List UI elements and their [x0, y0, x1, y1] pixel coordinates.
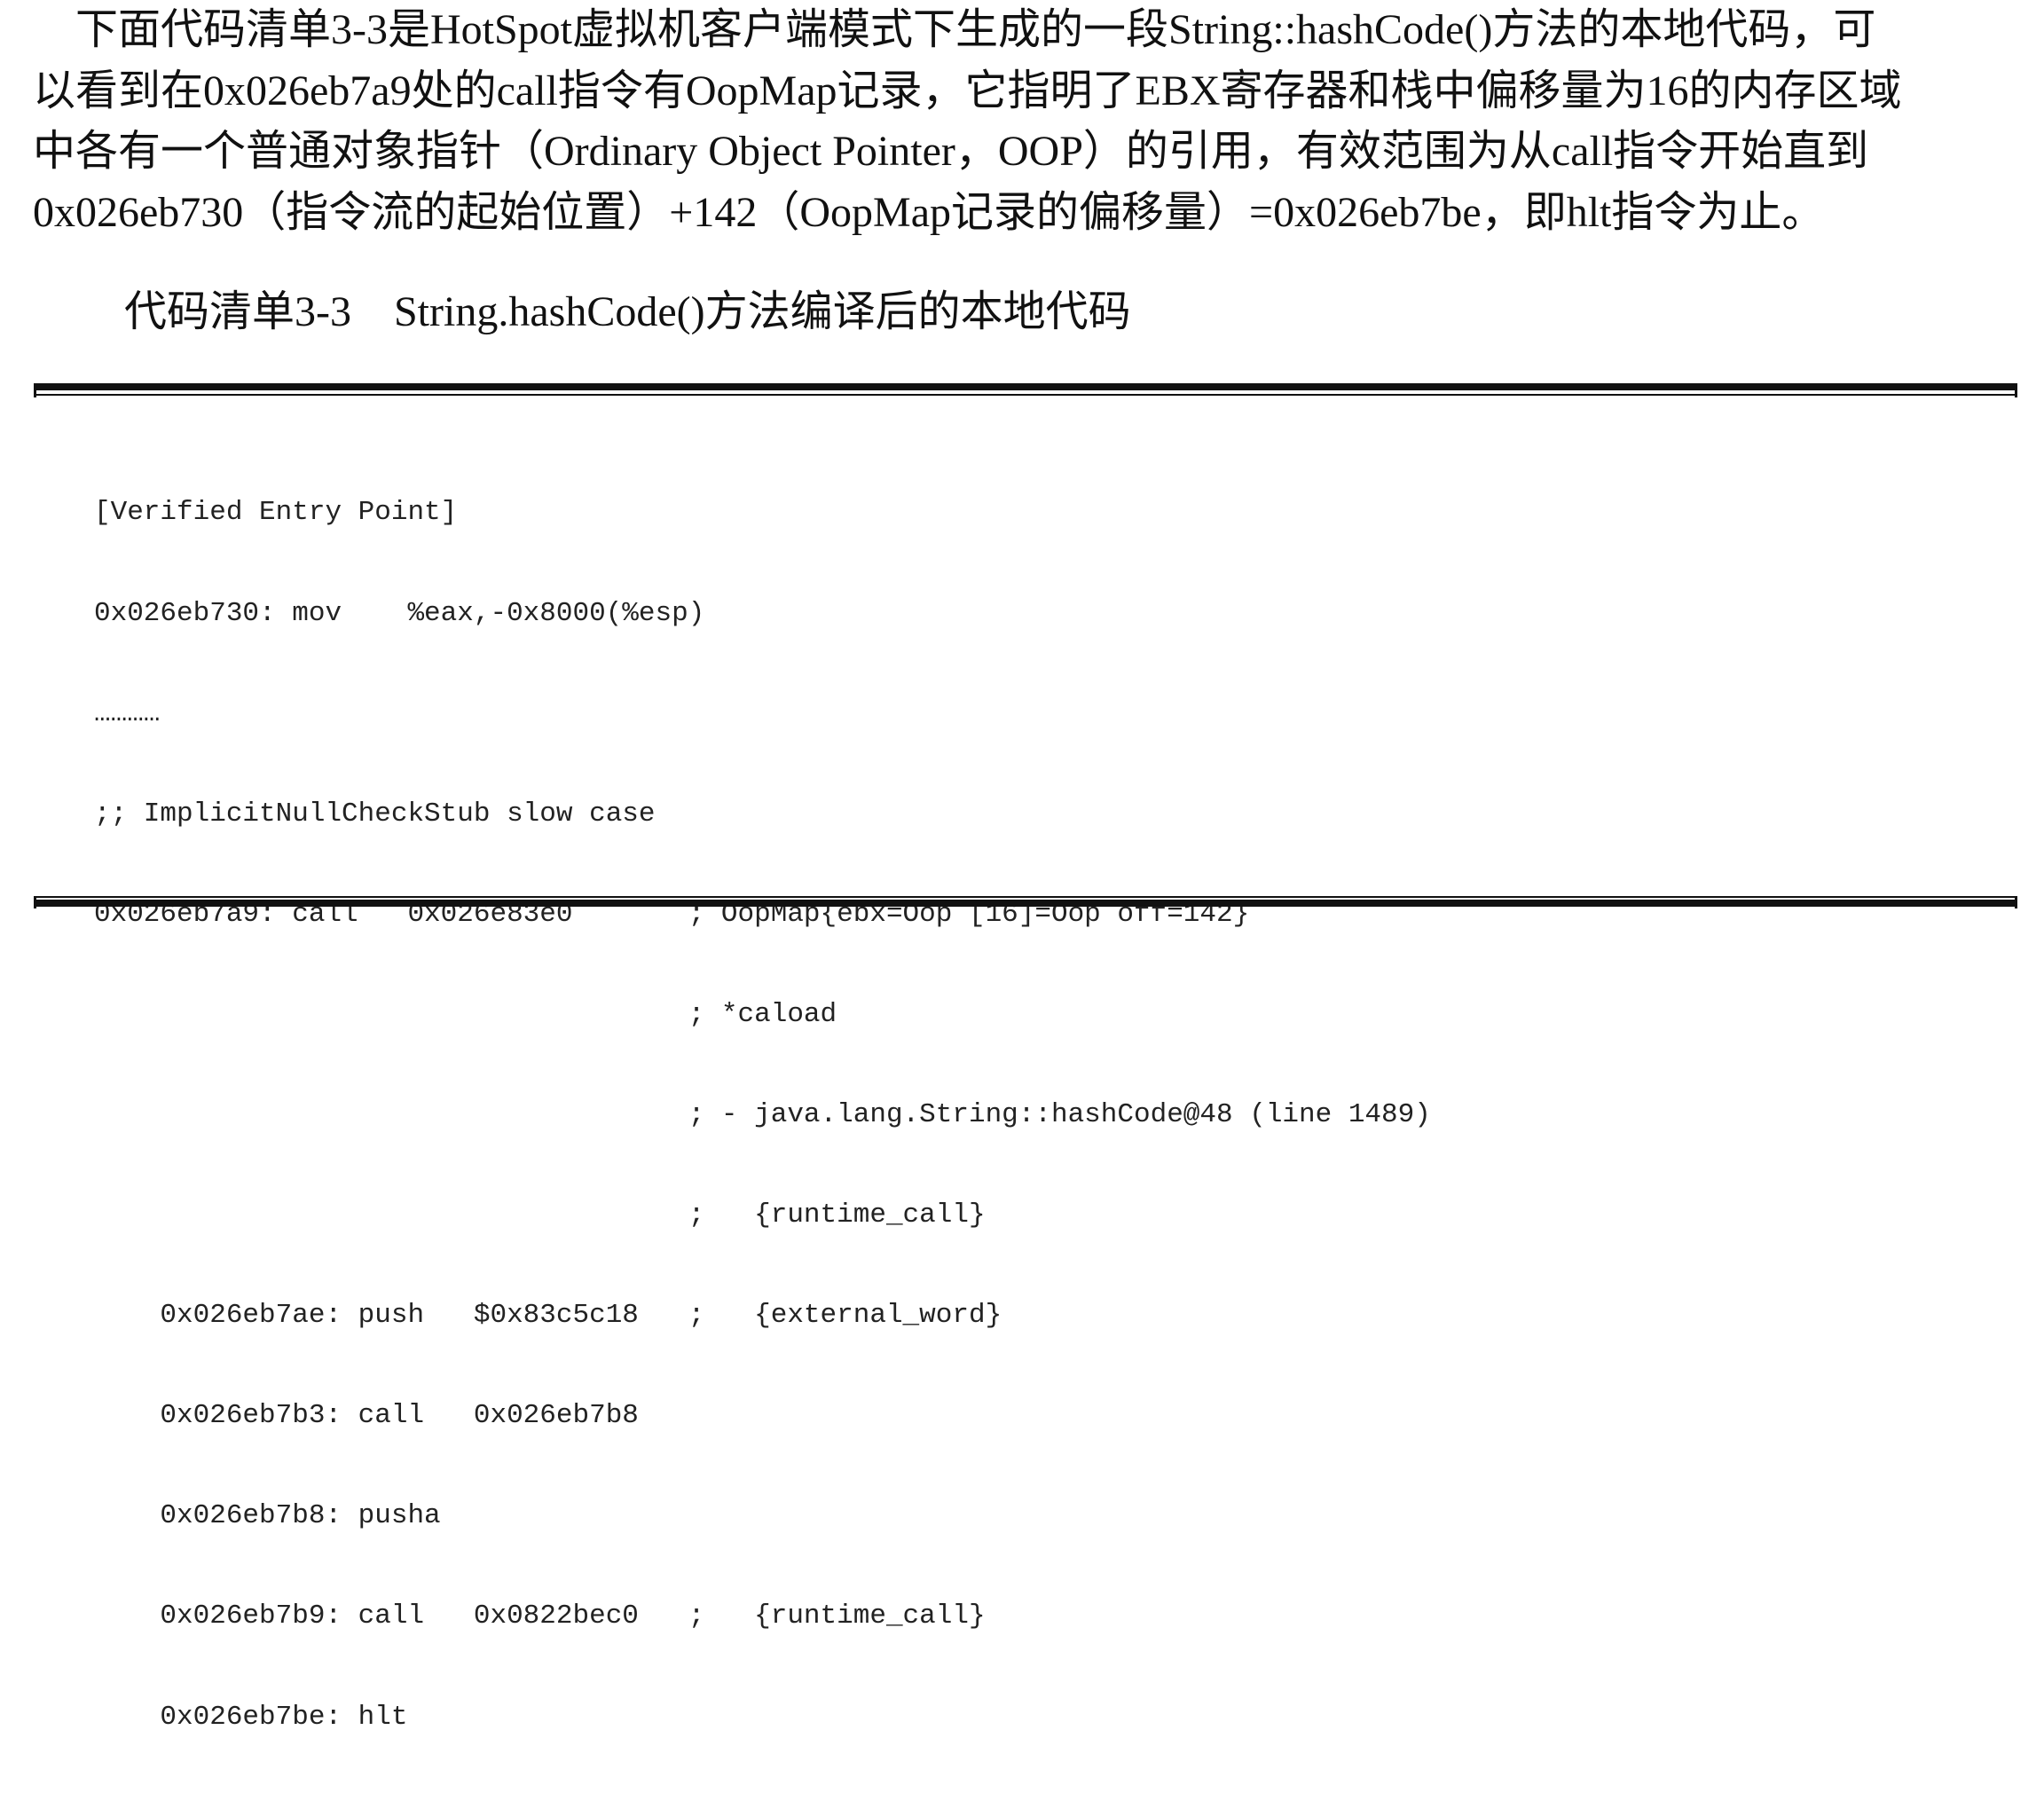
code-line: 0x026eb7b8: pusha: [94, 1500, 441, 1532]
paragraph-line: 中各有一个普通对象指针（Ordinary Object Pointer，OOP）…: [33, 128, 1869, 175]
top-rule-left-cap: [34, 383, 36, 397]
code-listing: [Verified Entry Point] 0x026eb730: mov %…: [94, 429, 1431, 1801]
code-line: 0x026eb7ae: push $0x83c5c18 ; {external_…: [94, 1300, 1002, 1332]
bottom-rule-right-cap: [2015, 896, 2017, 908]
code-line: ; *caload: [94, 998, 837, 1030]
code-line: 0x026eb7b3: call 0x026eb7b8: [94, 1400, 639, 1432]
paragraph-line: 0x026eb730（指令流的起始位置）+142（OopMap记录的偏移量）=0…: [33, 188, 1825, 236]
top-rule-thin-line: [34, 394, 2017, 396]
body-paragraph: 下面代码清单3-3是HotSpot虚拟机客户端模式下生成的一段String::h…: [33, 0, 2020, 243]
bottom-rule-left-cap: [34, 896, 36, 908]
document-page: 下面代码清单3-3是HotSpot虚拟机客户端模式下生成的一段String::h…: [0, 0, 2044, 1733]
listing-bottom-rule: [34, 896, 2017, 916]
bottom-rule-thick-line: [34, 900, 2017, 907]
listing-caption: 代码清单3-3 String.hashCode()方法编译后的本地代码: [124, 288, 1131, 335]
code-line: 0x026eb7b9: call 0x0822bec0 ; {runtime_c…: [94, 1600, 986, 1632]
code-line: ;; ImplicitNullCheckStub slow case: [94, 798, 656, 830]
paragraph-line: 以看到在0x026eb7a9处的call指令有OopMap记录，它指明了EBX寄…: [33, 67, 1902, 114]
code-line: …………: [94, 697, 161, 729]
bottom-rule-thin-line: [34, 896, 2017, 898]
code-line: ; - java.lang.String::hashCode@48 (line …: [94, 1098, 1431, 1130]
top-rule-right-cap: [2015, 383, 2017, 397]
code-line: 0x026eb7be: hlt: [94, 1701, 408, 1733]
listing-top-rule: [34, 383, 2017, 403]
code-line: [Verified Entry Point]: [94, 497, 458, 529]
code-line: ; {runtime_call}: [94, 1199, 986, 1231]
paragraph-line: 下面代码清单3-3是HotSpot虚拟机客户端模式下生成的一段String::h…: [33, 6, 1876, 53]
code-line: 0x026eb730: mov %eax,-0x8000(%esp): [94, 597, 705, 629]
top-rule-thick-line: [34, 383, 2017, 390]
